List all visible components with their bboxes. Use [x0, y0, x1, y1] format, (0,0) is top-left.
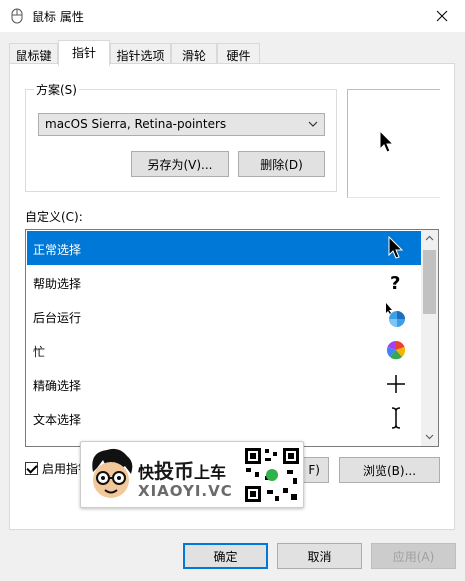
qr-code-icon	[243, 446, 301, 504]
browse-button[interactable]: 浏览(B)...	[339, 457, 440, 483]
chevron-down-icon[interactable]	[425, 430, 434, 444]
list-item-label: 后台运行	[33, 311, 82, 325]
delete-button[interactable]: 删除(D)	[238, 151, 325, 177]
cursor-list[interactable]: 正常选择 帮助选择 ? 后台运行 忙 精确选择 文本选择	[25, 229, 439, 447]
text-ibeam-icon	[383, 405, 409, 431]
use-default-label: F)	[308, 463, 320, 477]
scheme-group: 方案(S) macOS Sierra, Retina-pointers 另存为(…	[25, 81, 337, 192]
apply-button[interactable]: 应用(A)	[371, 543, 456, 569]
arrow-pointer-icon	[383, 235, 409, 261]
tab-hardware[interactable]: 硬件	[217, 43, 260, 64]
cartoon-avatar-icon	[92, 448, 133, 498]
svg-text:?: ?	[390, 273, 400, 293]
arrow-pointer-icon	[379, 129, 395, 157]
watermark-site: XIAOYI.VC	[138, 482, 233, 500]
list-item-label: 文本选择	[33, 413, 82, 427]
tab-pointer-options[interactable]: 指针选项	[110, 43, 171, 64]
crosshair-icon	[383, 371, 409, 397]
scheme-label: 方案(S)	[34, 81, 79, 98]
watermark-slogan: 快投币上车	[138, 459, 227, 483]
cursor-preview	[347, 89, 440, 198]
window-title: 鼠标 属性	[32, 10, 84, 24]
list-item[interactable]: 文本选择	[27, 401, 421, 435]
list-item[interactable]: 正常选择	[27, 231, 421, 265]
list-item[interactable]: 后台运行	[27, 299, 421, 333]
save-as-button[interactable]: 另存为(V)...	[131, 151, 229, 177]
close-button[interactable]	[419, 0, 465, 32]
scheme-selected-value: macOS Sierra, Retina-pointers	[45, 117, 227, 131]
busy-spinner-icon	[383, 337, 409, 363]
tab-buttons[interactable]: 鼠标键	[9, 43, 58, 64]
working-in-background-icon	[383, 303, 409, 329]
checkbox-checked[interactable]	[25, 462, 38, 475]
title-bar: 鼠标 属性	[0, 0, 465, 32]
list-item[interactable]: 帮助选择 ?	[27, 265, 421, 299]
mouse-icon	[9, 8, 25, 24]
list-item-label: 精确选择	[33, 379, 82, 393]
tab-bar: 鼠标键 指针 指针选项 滑轮 硬件	[9, 40, 449, 66]
list-item[interactable]: 精确选择	[27, 367, 421, 401]
custom-label: 自定义(C):	[25, 210, 83, 224]
help-cursor-icon: ?	[383, 269, 409, 295]
list-item-label: 正常选择	[33, 243, 82, 257]
close-icon	[436, 10, 448, 22]
chevron-up-icon[interactable]	[425, 232, 434, 246]
list-scrollbar[interactable]	[421, 230, 438, 446]
ok-button[interactable]: 确定	[183, 543, 268, 569]
tab-pointers[interactable]: 指针	[58, 40, 110, 66]
tab-wheel[interactable]: 滑轮	[171, 43, 217, 64]
list-item-label: 忙	[33, 345, 46, 359]
chevron-down-icon	[308, 118, 318, 132]
list-item[interactable]: 忙	[27, 333, 421, 367]
scrollbar-thumb[interactable]	[423, 250, 436, 314]
list-item-label: 帮助选择	[33, 277, 82, 291]
cancel-button[interactable]: 取消	[277, 543, 362, 569]
scheme-select[interactable]: macOS Sierra, Retina-pointers	[38, 113, 325, 136]
watermark-banner: 快投币上车 XIAOYI.VC	[80, 441, 304, 508]
